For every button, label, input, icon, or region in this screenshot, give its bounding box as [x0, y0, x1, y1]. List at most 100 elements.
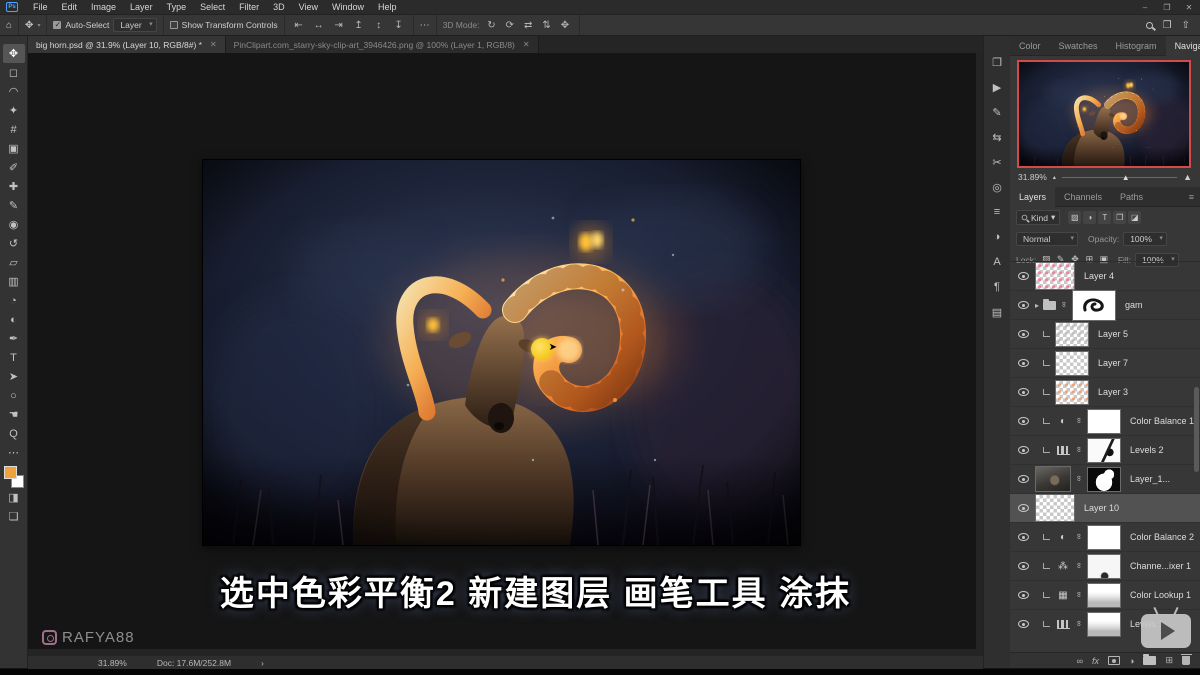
visibility-eye-icon[interactable] [1018, 359, 1029, 367]
filter-adjustment-icon[interactable]: ◑ [1083, 211, 1096, 224]
layer-name[interactable]: Layer 5 [1098, 329, 1128, 339]
add-mask-icon[interactable] [1108, 656, 1120, 665]
layer-mask-thumbnail[interactable] [1087, 525, 1121, 550]
visibility-eye-icon[interactable] [1018, 591, 1029, 599]
menu-help[interactable]: Help [371, 0, 404, 15]
tab-close-icon[interactable]: ✕ [210, 40, 217, 49]
visibility-eye-icon[interactable] [1018, 446, 1029, 454]
align-bottom-icon[interactable]: ↧ [391, 20, 407, 31]
navigator-preview[interactable] [1019, 62, 1189, 166]
search-icon[interactable] [1146, 22, 1153, 29]
zoom-slider[interactable]: ▲ [1062, 177, 1177, 178]
layer-row-selected[interactable]: Layer 10 [1010, 494, 1200, 523]
layer-row[interactable]: Layer 5 [1010, 320, 1200, 349]
3d-drag-icon[interactable]: ⇄ [520, 20, 536, 31]
filter-smart-icon[interactable]: ◪ [1128, 211, 1141, 224]
new-layer-icon[interactable]: ⊞ [1165, 655, 1173, 666]
menu-filter[interactable]: Filter [232, 0, 266, 15]
menu-view[interactable]: View [292, 0, 325, 15]
layer-thumbnail[interactable] [1055, 351, 1089, 376]
layer-row[interactable]: Layer 7 [1010, 349, 1200, 378]
eyedropper-tool[interactable]: ✐ [3, 158, 25, 177]
layer-name[interactable]: Layer 3 [1098, 387, 1128, 397]
gradient-tool[interactable]: ▥ [3, 272, 25, 291]
menu-select[interactable]: Select [193, 0, 232, 15]
3d-roll-icon[interactable]: ⟳ [502, 20, 518, 31]
menu-type[interactable]: Type [160, 0, 194, 15]
align-left-icon[interactable]: ⇤ [291, 20, 307, 31]
close-button[interactable]: ✕ [1178, 0, 1200, 15]
menu-layer[interactable]: Layer [123, 0, 160, 15]
menu-window[interactable]: Window [325, 0, 371, 15]
status-zoom-value[interactable]: 31.89% [98, 658, 127, 668]
layer-thumbnail[interactable] [1055, 380, 1089, 405]
group-row[interactable]: ▸ ∞ gam [1010, 291, 1200, 320]
filter-shape-icon[interactable]: ❒ [1113, 211, 1126, 224]
pen-tool[interactable]: ✒ [3, 329, 25, 348]
delete-layer-icon[interactable] [1182, 656, 1190, 665]
tab-layers[interactable]: Layers [1010, 187, 1055, 207]
align-center-icon[interactable]: ↔ [311, 20, 327, 31]
layer-name[interactable]: Layer 7 [1098, 358, 1128, 368]
foreground-color-swatch[interactable] [4, 466, 17, 479]
show-transform-checkbox[interactable] [170, 21, 178, 29]
layer-mask-thumbnail[interactable] [1087, 438, 1121, 463]
mask-link-icon[interactable]: ∞ [1075, 533, 1084, 541]
tab-paths[interactable]: Paths [1111, 187, 1152, 207]
layer-name[interactable]: Channe...ixer 1 [1130, 561, 1191, 571]
color-swatches[interactable] [3, 466, 25, 488]
adjustment-layer-row[interactable]: ▦ ∞ Color Lookup 1 [1010, 581, 1200, 610]
share-icon[interactable]: ⇧ [1182, 20, 1190, 31]
auto-select-target-dropdown[interactable]: Layer [113, 18, 156, 32]
expand-arrow-icon[interactable]: ▸ [1035, 301, 1039, 310]
auto-select-checkbox[interactable] [53, 21, 61, 29]
levels-icon[interactable] [1057, 620, 1070, 629]
type-tool[interactable]: T [3, 348, 25, 367]
layer-thumbnail[interactable] [1035, 494, 1075, 522]
filter-pixel-icon[interactable]: ▨ [1068, 211, 1081, 224]
adjustment-layer-row[interactable]: ⁂ ∞ Channe...ixer 1 [1010, 552, 1200, 581]
adjustment-layer-row[interactable]: ◐ ∞ Color Balance 1 [1010, 407, 1200, 436]
zoom-out-icon[interactable]: ▴ [1053, 174, 1056, 181]
layer-name[interactable]: Color Balance 2 [1130, 532, 1194, 542]
adjustments-panel-icon[interactable]: ◑ [988, 229, 1006, 245]
color-lookup-icon[interactable]: ▦ [1055, 590, 1071, 601]
align-right-icon[interactable]: ⇥ [331, 20, 347, 31]
chevron-down-icon[interactable]: ▾ [37, 22, 40, 29]
menu-edit[interactable]: Edit [55, 0, 85, 15]
visibility-eye-icon[interactable] [1018, 272, 1029, 280]
mask-link-icon[interactable]: ∞ [1060, 301, 1069, 309]
layer-row[interactable]: Layer 3 [1010, 378, 1200, 407]
visibility-eye-icon[interactable] [1018, 330, 1029, 338]
canvas-horizontal-scrollbar[interactable] [28, 649, 983, 656]
navigator-zoom-value[interactable]: 31.89% [1018, 172, 1047, 182]
filter-type-icon[interactable]: T [1098, 211, 1111, 224]
layer-mask-thumbnail[interactable] [1087, 612, 1121, 637]
3d-scale-icon[interactable]: ✥ [557, 20, 573, 31]
layer-row[interactable]: ∞ Layer_1... [1010, 465, 1200, 494]
minimize-button[interactable]: – [1134, 0, 1156, 15]
layer-name[interactable]: Levels 2 [1130, 445, 1164, 455]
character-panel-icon[interactable]: A [988, 254, 1006, 270]
move-tool[interactable]: ✥ [3, 44, 25, 63]
blend-mode-dropdown[interactable]: Normal [1016, 232, 1078, 246]
paragraph-panel-icon[interactable]: ¶ [988, 279, 1006, 295]
align-middle-icon[interactable]: ↕ [371, 20, 387, 31]
dodge-tool[interactable]: ◐ [3, 310, 25, 329]
color-balance-icon[interactable]: ◐ [1055, 532, 1071, 543]
timeline-panel-icon[interactable]: ◎ [988, 179, 1006, 195]
tab-color[interactable]: Color [1010, 36, 1050, 56]
visibility-eye-icon[interactable] [1018, 475, 1029, 483]
layer-mask-thumbnail[interactable] [1087, 409, 1121, 434]
blur-tool[interactable]: ◔ [3, 291, 25, 310]
visibility-eye-icon[interactable] [1018, 301, 1029, 309]
healing-brush-tool[interactable]: ✚ [3, 177, 25, 196]
layer-name[interactable]: Layer 4 [1084, 271, 1114, 281]
brush-settings-panel-icon[interactable]: ✎ [988, 104, 1006, 120]
adjustment-layer-row[interactable]: ∞ Levels 2 [1010, 436, 1200, 465]
layer-name[interactable]: Layer_1... [1130, 474, 1170, 484]
screen-mode-tool[interactable]: ❏ [3, 507, 25, 526]
visibility-eye-icon[interactable] [1018, 388, 1029, 396]
layer-thumbnail[interactable] [1035, 262, 1075, 290]
tab-channels[interactable]: Channels [1055, 187, 1111, 207]
